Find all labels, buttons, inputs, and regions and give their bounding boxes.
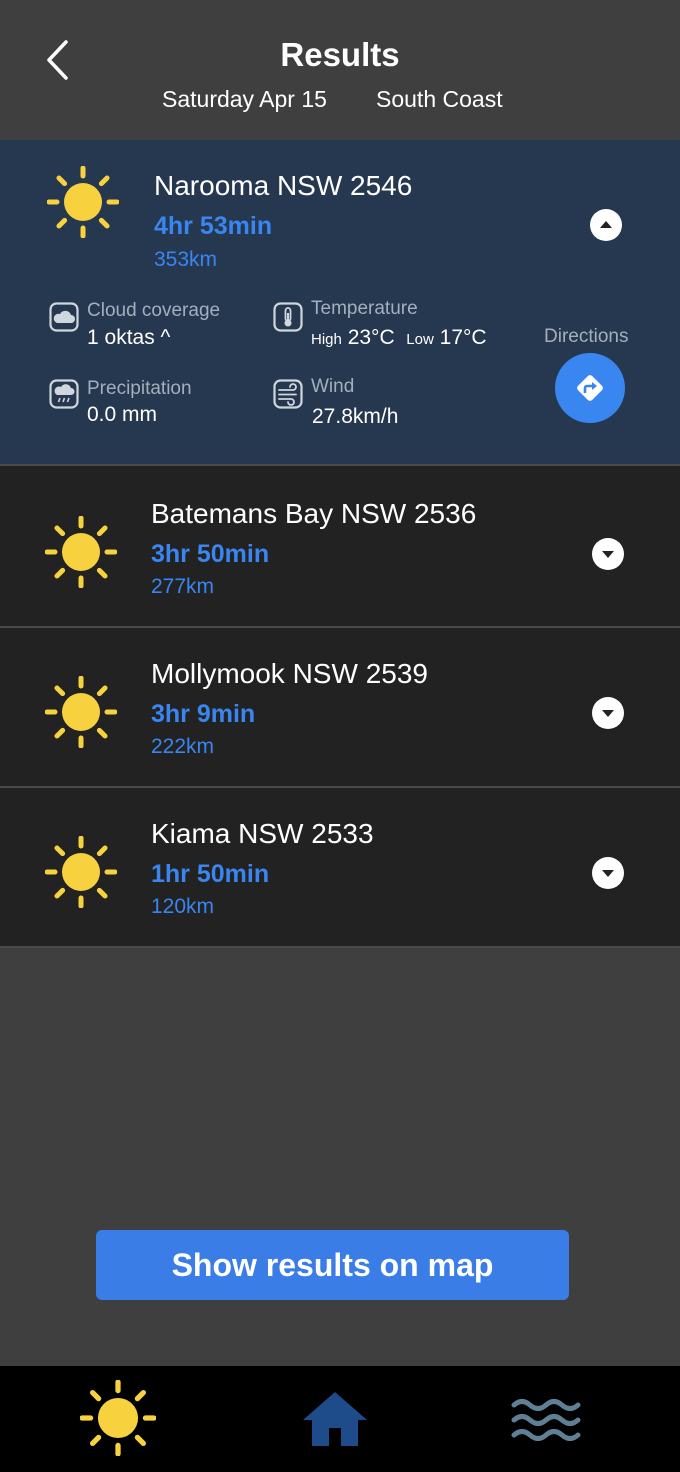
date-label: Saturday Apr 15	[162, 86, 327, 112]
travel-duration: 1hr 50min	[151, 860, 270, 888]
temp-low-label: Low	[406, 331, 434, 348]
page-title: Results	[280, 36, 400, 73]
sun-icon	[45, 676, 117, 748]
result-card-narooma[interactable]: Narooma NSW 2546 4hr 53min 353km Cloud c…	[0, 140, 680, 466]
sun-icon	[45, 836, 117, 908]
chevron-down-icon[interactable]	[592, 538, 624, 570]
travel-distance: 120km	[151, 895, 215, 918]
chevron-down-icon[interactable]	[592, 697, 624, 729]
location-name: Batemans Bay NSW 2536	[151, 498, 477, 529]
wind-icon	[273, 379, 303, 409]
wind-value: 27.8km/h	[312, 405, 399, 428]
travel-distance: 222km	[151, 735, 215, 758]
bottom-nav	[0, 1366, 680, 1472]
location-name: Kiama NSW 2533	[151, 818, 374, 849]
location-name: Mollymook NSW 2539	[151, 658, 428, 689]
chevron-up-icon[interactable]	[590, 209, 622, 241]
home-icon	[303, 1392, 367, 1446]
location-name: Narooma NSW 2546	[154, 170, 413, 201]
region-label: South Coast	[376, 86, 503, 112]
header: Results Saturday Apr 15 South Coast	[0, 0, 680, 140]
precipitation-label: Precipitation	[87, 378, 192, 399]
result-card-kiama[interactable]: Kiama NSW 2533 1hr 50min 120km	[0, 788, 680, 948]
cloud-icon	[49, 302, 79, 332]
nav-waves[interactable]	[506, 1380, 586, 1456]
travel-distance: 353km	[154, 248, 218, 271]
sun-icon	[79, 1379, 157, 1457]
travel-distance: 277km	[151, 575, 215, 598]
directions-label: Directions	[544, 326, 629, 347]
wind-label: Wind	[311, 376, 355, 397]
thermometer-icon	[273, 302, 303, 332]
directions-button[interactable]	[555, 353, 625, 423]
chevron-down-icon[interactable]	[592, 857, 624, 889]
temp-low-value: 17°C	[439, 326, 487, 349]
temperature-values: High 23°C Low 17°C	[311, 326, 487, 350]
directions-icon	[577, 375, 603, 401]
show-map-button[interactable]: Show results on map	[96, 1230, 569, 1300]
travel-duration: 3hr 9min	[151, 700, 256, 728]
temperature-label: Temperature	[311, 298, 418, 319]
sun-icon	[47, 166, 119, 238]
nav-weather[interactable]	[78, 1379, 158, 1457]
cloud-coverage-label: Cloud coverage	[87, 300, 221, 321]
sun-icon	[45, 516, 117, 588]
travel-duration: 4hr 53min	[154, 212, 273, 240]
temp-high-label: High	[311, 331, 342, 348]
travel-duration: 3hr 50min	[151, 540, 270, 568]
precipitation-value: 0.0 mm	[87, 403, 158, 426]
result-card-mollymook[interactable]: Mollymook NSW 2539 3hr 9min 222km	[0, 628, 680, 788]
rain-icon	[49, 379, 79, 409]
nav-home[interactable]	[295, 1380, 375, 1456]
waves-icon	[511, 1399, 581, 1441]
result-card-batemans-bay[interactable]: Batemans Bay NSW 2536 3hr 50min 277km	[0, 466, 680, 628]
cloud-coverage-value: 1 oktas ^	[87, 326, 171, 349]
temp-high-value: 23°C	[347, 326, 395, 349]
